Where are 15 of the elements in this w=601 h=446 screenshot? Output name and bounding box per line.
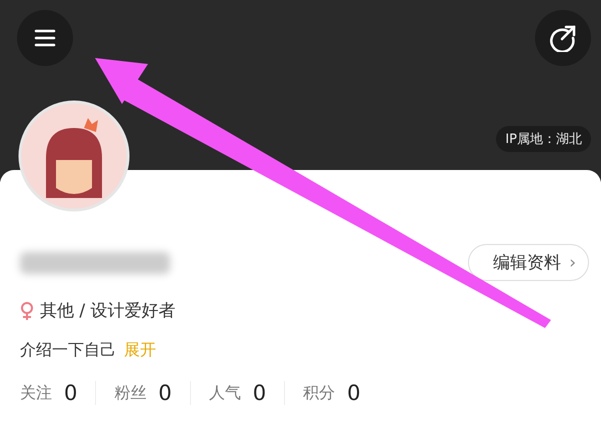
intro-text: 介绍一下自己 <box>20 340 116 361</box>
stat-label: 人气 <box>208 382 241 404</box>
share-icon <box>549 24 577 52</box>
female-icon <box>20 300 34 320</box>
stat-value: 0 <box>158 381 172 405</box>
stat-value: 0 <box>64 381 78 405</box>
profile-tags: 其他 / 设计爱好者 <box>40 299 176 322</box>
ip-location-badge: IP属地：湖北 <box>496 126 591 152</box>
stat-label: 关注 <box>20 382 52 404</box>
menu-icon <box>34 28 56 48</box>
stat-value: 0 <box>347 381 360 405</box>
stat-label: 粉丝 <box>114 382 146 404</box>
stat-label: 积分 <box>303 382 336 404</box>
edit-profile-button[interactable]: 编辑资料 › <box>468 244 589 281</box>
stat-value: 0 <box>252 381 266 405</box>
